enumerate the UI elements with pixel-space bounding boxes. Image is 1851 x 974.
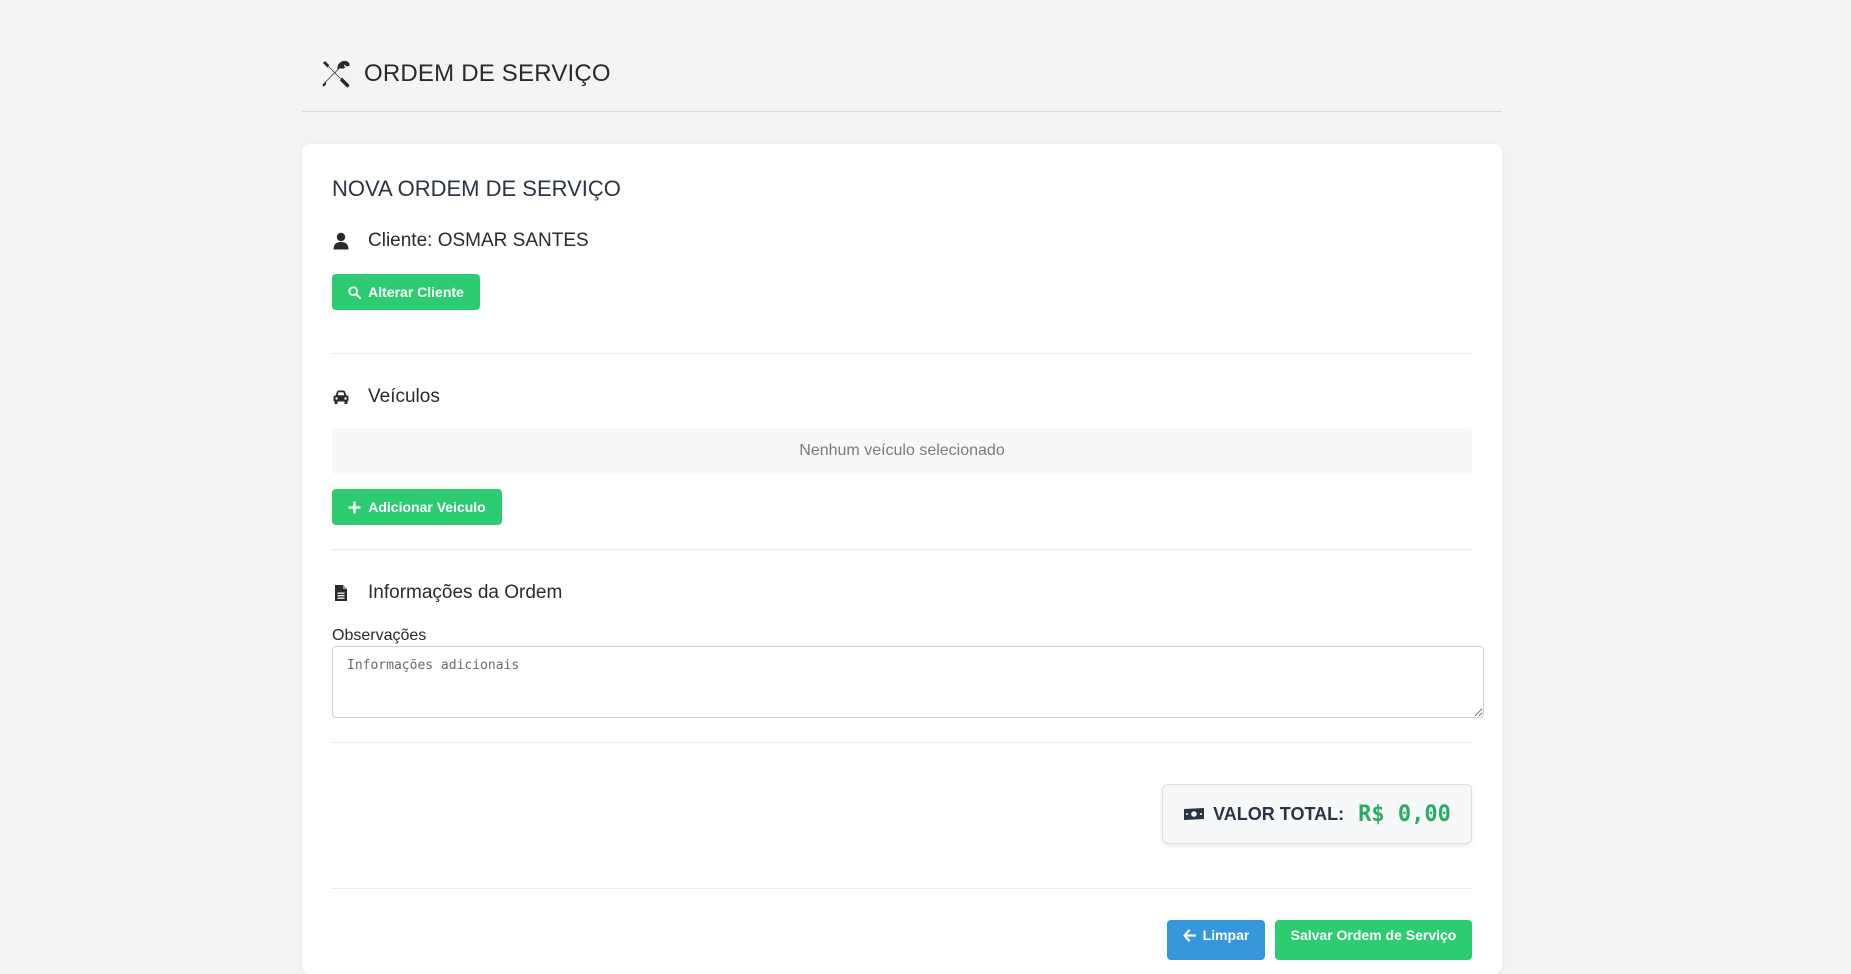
empty-vehicles-message: Nenhum veículo selecionado <box>332 428 1472 474</box>
divider <box>332 888 1472 889</box>
total-label: VALOR TOTAL: <box>1213 803 1345 824</box>
user-icon <box>332 232 350 250</box>
observations-textarea[interactable] <box>332 646 1484 718</box>
client-name: Cliente: OSMAR SANTES <box>368 230 589 251</box>
info-section-title: Informações da Ordem <box>332 582 562 604</box>
clear-label: Limpar <box>1202 927 1250 943</box>
car-icon <box>332 388 350 406</box>
total-box: VALOR TOTAL: R$ 0,00 <box>1162 784 1472 844</box>
client-section-title: Cliente: OSMAR SANTES <box>332 230 589 252</box>
add-vehicle-button[interactable]: Adicionar Veiculo <box>332 489 502 525</box>
vehicles-title: Veículos <box>368 386 440 407</box>
divider <box>332 353 1472 354</box>
add-vehicle-label: Adicionar Veiculo <box>368 499 486 515</box>
change-client-button[interactable]: Alterar Cliente <box>332 274 480 310</box>
change-client-label: Alterar Cliente <box>368 284 464 300</box>
observations-label: Observações <box>332 627 427 644</box>
save-order-label: Salvar Ordem de Serviço <box>1290 927 1457 943</box>
document-icon <box>332 584 350 602</box>
arrow-left-icon <box>1183 928 1196 942</box>
form-title: NOVA ORDEM DE SERVIÇO <box>332 176 621 201</box>
plus-icon <box>348 501 361 514</box>
page-title: ORDEM DE SERVIÇO <box>364 59 611 87</box>
total-value: R$ 0,00 <box>1358 801 1451 827</box>
page-header: ORDEM DE SERVIÇO <box>302 50 1502 112</box>
divider <box>332 549 1472 550</box>
info-title: Informações da Ordem <box>368 582 563 603</box>
search-icon <box>348 285 362 299</box>
divider <box>332 742 1472 743</box>
vehicles-section-title: Veículos <box>332 386 440 408</box>
tools-icon <box>320 58 352 90</box>
money-icon <box>1183 806 1205 822</box>
service-order-card: NOVA ORDEM DE SERVIÇO Cliente: OSMAR SAN… <box>302 144 1502 974</box>
save-order-button[interactable]: Salvar Ordem de Serviço <box>1275 920 1472 960</box>
clear-button[interactable]: Limpar <box>1167 920 1265 960</box>
